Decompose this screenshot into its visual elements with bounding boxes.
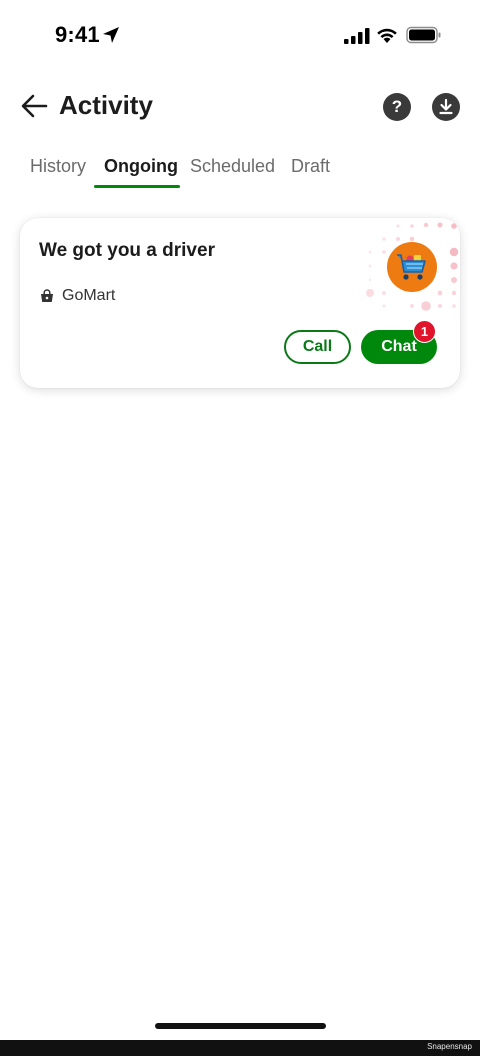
shopping-cart-icon <box>397 254 426 280</box>
activity-tabs: History Ongoing Scheduled Draft <box>0 148 480 190</box>
location-arrow-icon <box>103 27 119 43</box>
tab-ongoing[interactable]: Ongoing <box>104 156 178 177</box>
status-time: 9:41 <box>55 22 100 47</box>
active-tab-indicator <box>94 185 180 188</box>
app-header: Activity ? <box>0 80 480 132</box>
download-button[interactable] <box>432 93 460 121</box>
tab-scheduled[interactable]: Scheduled <box>190 156 275 177</box>
merchant-name: GoMart <box>62 287 116 304</box>
help-button[interactable]: ? <box>383 93 411 121</box>
order-status-title: We got you a driver <box>39 240 215 261</box>
unread-messages-badge: 1 <box>413 320 436 343</box>
question-icon: ? <box>391 97 403 116</box>
watermark-text: Snapensnap <box>427 1042 472 1051</box>
back-arrow-icon[interactable] <box>20 93 48 119</box>
cellular-signal-icon <box>344 28 370 44</box>
status-bar: 9:41 <box>0 0 480 72</box>
page-title: Activity <box>59 90 153 120</box>
merchant-logo <box>387 242 437 292</box>
merchant-row: GoMart <box>40 286 115 306</box>
tab-history[interactable]: History <box>30 156 86 177</box>
home-indicator[interactable] <box>155 1023 326 1029</box>
ongoing-order-card[interactable]: We got you a driver GoMart Call Chat <box>20 218 460 388</box>
shopping-bag-icon <box>41 289 53 302</box>
footer-bar: Snapensnap <box>0 1040 480 1056</box>
wifi-icon <box>377 28 397 43</box>
tab-draft[interactable]: Draft <box>291 156 330 177</box>
download-icon <box>439 98 453 115</box>
battery-icon <box>406 26 441 44</box>
call-driver-button[interactable]: Call <box>284 330 351 364</box>
